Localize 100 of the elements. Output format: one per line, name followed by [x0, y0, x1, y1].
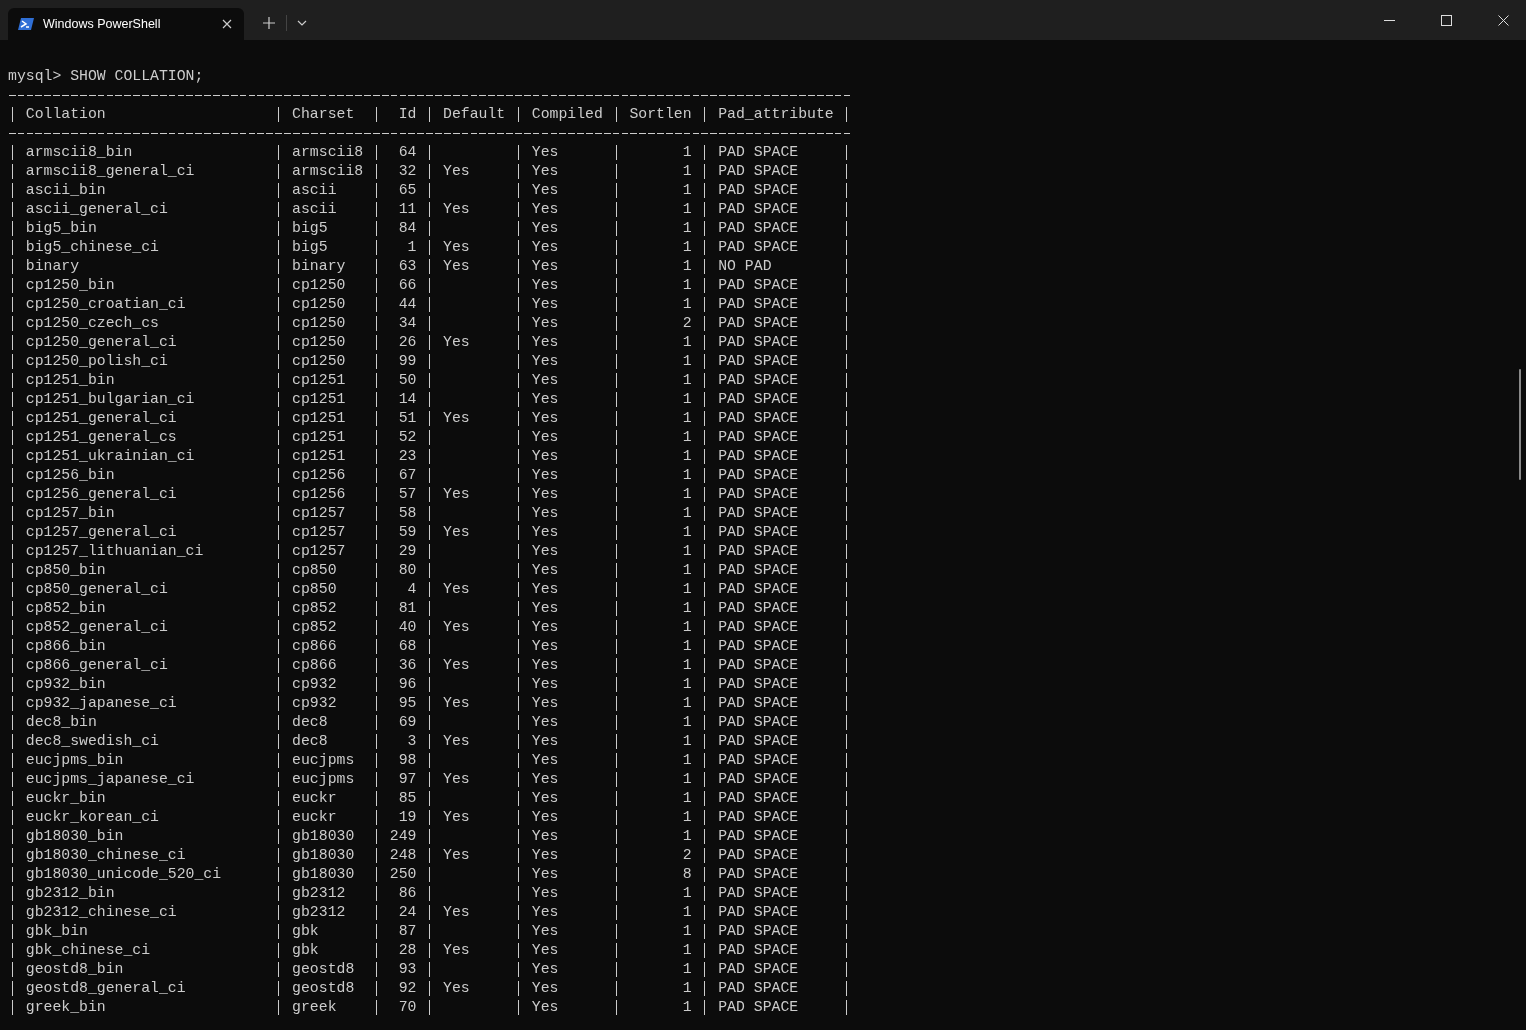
- table-cell-text: cp1251_ukrainian_ci: [24, 447, 196, 466]
- table-cell-text: 1: [681, 504, 693, 523]
- table-cell-text: cp852: [291, 618, 338, 637]
- close-icon[interactable]: [222, 19, 232, 29]
- scrollbar[interactable]: [1519, 369, 1521, 480]
- table-cell-text: Yes: [442, 618, 471, 637]
- table-cell-text: Yes: [530, 637, 560, 656]
- table-cell-text: cp852_general_ci: [24, 618, 169, 637]
- table-cell-text: big5_chinese_ci: [24, 238, 160, 257]
- table-cell-text: cp1250: [291, 352, 347, 371]
- table-cell-text: PAD SPACE: [717, 846, 800, 865]
- table-cell-text: binary: [24, 257, 81, 276]
- minimize-icon[interactable]: [1384, 19, 1395, 21]
- table-cell-text: ascii_general_ci: [24, 200, 169, 219]
- table-cell-text: 98: [397, 751, 418, 770]
- table-cell-text: 1: [681, 485, 693, 504]
- table-cell-text: eucjpms: [291, 770, 356, 789]
- table-cell-text: 1: [681, 979, 693, 998]
- table-cell-text: PAD SPACE: [717, 409, 800, 428]
- table-cell-text: binary: [291, 257, 347, 276]
- table-cell-text: cp1250: [291, 276, 347, 295]
- table-cell-text: 65: [397, 181, 418, 200]
- table-cell-text: PAD SPACE: [717, 238, 800, 257]
- table-cell-text: 99: [397, 352, 418, 371]
- table-cell-text: geostd8_general_ci: [24, 979, 187, 998]
- table-cell-text: eucjpms_japanese_ci: [24, 770, 196, 789]
- table-cell-text: Yes: [442, 656, 471, 675]
- column-header: Sortlen: [628, 105, 693, 124]
- table-cell-text: PAD SPACE: [717, 428, 800, 447]
- table-cell-text: PAD SPACE: [717, 960, 800, 979]
- table-cell-text: Yes: [442, 979, 471, 998]
- table-cell-text: Yes: [442, 485, 471, 504]
- table-cell-text: 24: [397, 903, 418, 922]
- table-cell-text: PAD SPACE: [717, 219, 800, 238]
- maximize-icon[interactable]: [1441, 14, 1452, 26]
- table-cell-text: PAD SPACE: [717, 466, 800, 485]
- plus-icon[interactable]: [263, 17, 275, 29]
- table-cell-text: 66: [397, 276, 418, 295]
- table-cell-text: cp1257_bin: [24, 504, 116, 523]
- table-cell-text: dec8_swedish_ci: [24, 732, 160, 751]
- terminal-tab[interactable]: Windows PowerShell: [8, 8, 244, 40]
- table-cell-text: PAD SPACE: [717, 713, 800, 732]
- table-cell-text: PAD SPACE: [717, 580, 800, 599]
- close-icon[interactable]: [1498, 14, 1509, 26]
- table-cell-text: cp1250_general_ci: [24, 333, 178, 352]
- terminal-icon: [18, 17, 34, 31]
- table-cell-text: cp932: [291, 675, 338, 694]
- table-cell-text: Yes: [530, 732, 560, 751]
- table-cell-text: gbk_bin: [24, 922, 89, 941]
- table-cell-text: 23: [397, 447, 418, 466]
- table-cell-text: 1: [406, 238, 418, 257]
- table-cell-text: Yes: [530, 200, 560, 219]
- table-cell-text: 1: [681, 675, 693, 694]
- table-cell-text: PAD SPACE: [717, 675, 800, 694]
- table-cell-text: Yes: [442, 941, 471, 960]
- table-cell-text: dec8_bin: [24, 713, 98, 732]
- table-cell-text: 1: [681, 960, 693, 979]
- table-cell-text: 1: [681, 808, 693, 827]
- table-cell-text: armscii8: [291, 162, 365, 181]
- table-cell-text: NO PAD: [717, 257, 773, 276]
- table-cell-text: 1: [681, 884, 693, 903]
- chevron-down-icon[interactable]: [297, 20, 307, 26]
- table-cell-text: Yes: [530, 656, 560, 675]
- table-cell-text: PAD SPACE: [717, 181, 800, 200]
- table-cell-text: PAD SPACE: [717, 694, 800, 713]
- table-cell-text: armscii8_bin: [24, 143, 134, 162]
- table-cell-text: PAD SPACE: [717, 884, 800, 903]
- table-cell-text: cp1251_general_cs: [24, 428, 178, 447]
- table-cell-text: 1: [681, 694, 693, 713]
- table-cell-text: Yes: [530, 295, 560, 314]
- table-cell-text: PAD SPACE: [717, 751, 800, 770]
- table-cell-text: cp1257_lithuanian_ci: [24, 542, 205, 561]
- table-cell-text: 1: [681, 352, 693, 371]
- table-cell-text: Yes: [530, 162, 560, 181]
- table-cell-text: gb18030_bin: [24, 827, 125, 846]
- table-cell-text: ascii: [291, 181, 338, 200]
- table-cell-text: cp1250_croatian_ci: [24, 295, 187, 314]
- table-cell-text: 1: [681, 542, 693, 561]
- table-cell-text: Yes: [530, 466, 560, 485]
- table-cell-text: geostd8_bin: [24, 960, 125, 979]
- table-cell-text: cp852_bin: [24, 599, 107, 618]
- table-cell-text: geostd8: [291, 979, 356, 998]
- table-cell-text: 69: [397, 713, 418, 732]
- table-cell-text: 1: [681, 257, 693, 276]
- table-cell-text: Yes: [530, 447, 560, 466]
- table-cell-text: 50: [397, 371, 418, 390]
- table-cell-text: 58: [397, 504, 418, 523]
- table-cell-text: Yes: [442, 846, 471, 865]
- table-cell-text: cp1257_general_ci: [24, 523, 178, 542]
- table-cell-text: eucjpms: [291, 751, 356, 770]
- table-cell-text: 40: [397, 618, 418, 637]
- table-cell-text: gb2312_chinese_ci: [24, 903, 178, 922]
- table-cell-text: Yes: [530, 960, 560, 979]
- table-cell-text: 96: [397, 675, 418, 694]
- table-cell-text: cp1250: [291, 333, 347, 352]
- table-cell-text: 249: [388, 827, 418, 846]
- table-cell-text: cp850_bin: [24, 561, 107, 580]
- table-cell-text: 1: [681, 162, 693, 181]
- table-cell-text: 93: [397, 960, 418, 979]
- table-cell-text: 1: [681, 922, 693, 941]
